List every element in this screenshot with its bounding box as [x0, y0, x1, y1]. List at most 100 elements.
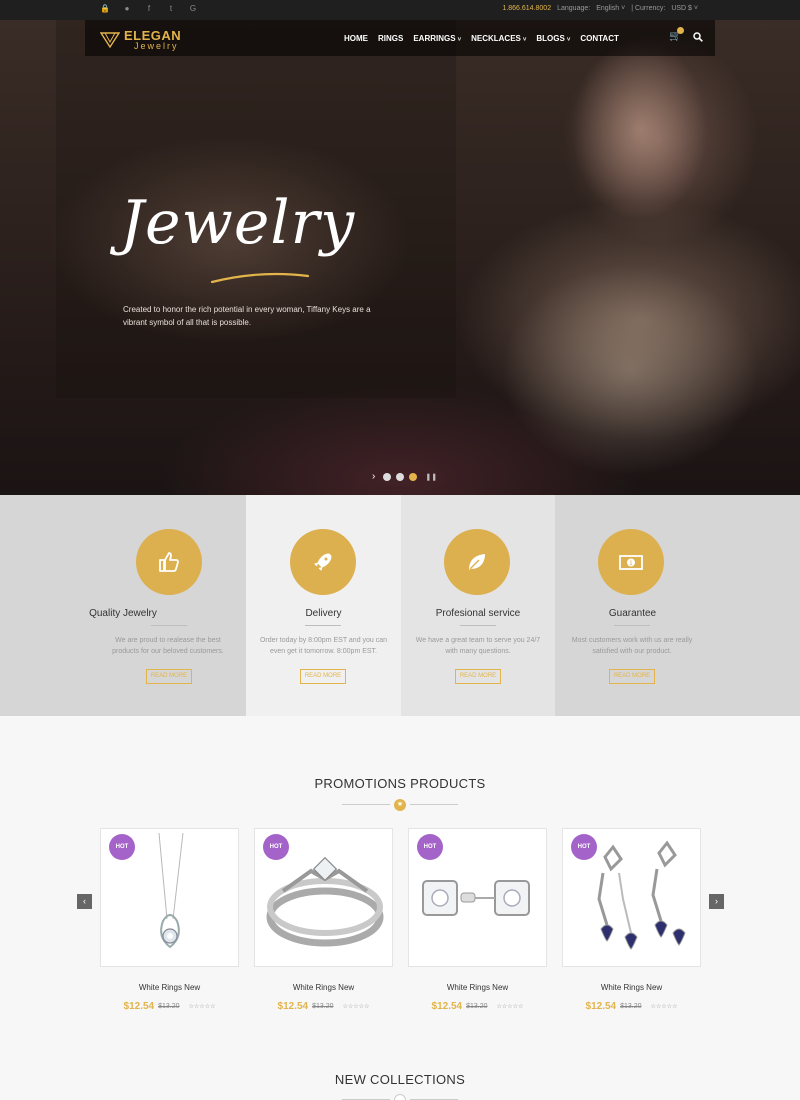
thumbs-up-icon [136, 529, 202, 595]
hot-badge: HOT [263, 834, 289, 860]
leaf-icon [444, 529, 510, 595]
product-card[interactable]: HOT White Rings New $12.54 $13.20 ☆☆☆☆☆ [408, 828, 547, 1012]
feature-delivery: Delivery Order today by 8:00pm EST and y… [246, 495, 401, 716]
search-icon[interactable] [693, 32, 703, 42]
product-name[interactable]: White Rings New [254, 983, 393, 992]
divider [305, 625, 341, 626]
carousel-prev-button[interactable]: ‹ [77, 894, 92, 909]
title-divider [342, 1094, 458, 1100]
hot-badge: HOT [109, 834, 135, 860]
product-name[interactable]: White Rings New [100, 983, 239, 992]
site-logo[interactable]: ELEGAN Jewelry [100, 29, 181, 51]
feature-title: Guarantee [608, 608, 657, 619]
user-icon[interactable]: ● [122, 4, 132, 14]
product-prices: $12.54 $13.20 ☆☆☆☆☆ [408, 1001, 547, 1012]
hero-model-image [470, 40, 800, 495]
language-select[interactable]: English ˅ [596, 5, 625, 12]
rating-stars: ☆☆☆☆☆ [188, 1004, 216, 1010]
social-links: 🔒 ● f t G [100, 4, 198, 14]
divider [151, 625, 187, 626]
product-price: $12.54 [585, 1001, 617, 1012]
hero-description: Created to honor the rich potential in e… [123, 305, 371, 327]
star-icon [394, 1094, 406, 1100]
header-icons: 🛒 [669, 27, 703, 43]
product-old-price: $13.20 [158, 1003, 180, 1010]
product-card[interactable]: HOT White Rings New $12.54 $13.20 ☆☆☆☆☆ [100, 828, 239, 1012]
rating-stars: ☆☆☆☆☆ [496, 1004, 524, 1010]
slider-dot-2[interactable] [396, 472, 405, 481]
main-nav: HOME RINGS EARRINGS ˅ NECKLACES ˅ BLOGS ˅ C… [344, 34, 619, 43]
currency-label: | Currency: [631, 5, 666, 12]
features-section: Quality Jewelry We are proud to realease… [0, 495, 800, 716]
product-image[interactable]: HOT [408, 828, 547, 967]
phone-number: 1.866.614.8002 [502, 5, 552, 12]
currency-select[interactable]: USD $ ˅ [671, 5, 698, 12]
nav-rings[interactable]: RINGS [378, 34, 403, 43]
nav-blogs[interactable]: BLOGS ˅ [536, 34, 570, 43]
twitter-icon[interactable]: t [166, 4, 176, 14]
feature-description: Order today by 8:00pm EST and you can eve… [259, 637, 388, 655]
nav-earrings[interactable]: EARRINGS ˅ [413, 34, 461, 43]
read-more-button[interactable]: READ MORE [300, 669, 346, 684]
feature-guarantee: 1 Guarantee Most customers work with us … [555, 495, 800, 716]
logo-icon [100, 32, 120, 49]
chevron-down-icon: ˅ [621, 5, 626, 12]
title-divider: ★ [342, 799, 458, 811]
read-more-button[interactable]: READ MORE [455, 669, 501, 684]
star-icon: ★ [394, 799, 406, 811]
feature-title: Delivery [305, 608, 342, 619]
language-label: Language: [557, 5, 591, 12]
feature-description: Most customers work with us are really sa… [571, 637, 693, 655]
money-icon: 1 [598, 529, 664, 595]
product-name[interactable]: White Rings New [562, 983, 701, 992]
carousel-next-button[interactable]: › [709, 894, 724, 909]
product-prices: $12.54 $13.20 ☆☆☆☆☆ [254, 1001, 393, 1012]
hero-slider: ELEGAN Jewelry HOME RINGS EARRINGS ˅ NECK… [0, 20, 800, 495]
product-name[interactable]: White Rings New [408, 983, 547, 992]
hot-badge: HOT [417, 834, 443, 860]
nav-contact[interactable]: CONTACT [580, 34, 619, 43]
rating-stars: ☆☆☆☆☆ [650, 1004, 678, 1010]
facebook-icon[interactable]: f [144, 4, 154, 14]
hero-title: Jewelry [120, 188, 356, 258]
divider [614, 625, 650, 626]
product-price: $12.54 [431, 1001, 463, 1012]
product-card[interactable]: HOT White Rings New $12.54 $13.20 ☆☆☆☆☆ [254, 828, 393, 1012]
slider-next-icon[interactable]: › [372, 471, 375, 482]
promotions-title: PROMOTIONS PRODUCTS [314, 776, 486, 791]
hero-title-underline [210, 272, 310, 284]
nav-necklaces[interactable]: NECKLACES ˅ [471, 34, 526, 43]
product-image[interactable]: HOT [100, 828, 239, 967]
read-more-button[interactable]: READ MORE [146, 669, 192, 684]
lock-icon[interactable]: 🔒 [100, 4, 110, 14]
chevron-down-icon: ˅ [566, 37, 571, 43]
chevron-down-icon: ˅ [522, 37, 527, 43]
logo-subtitle: Jewelry [134, 41, 179, 51]
product-prices: $12.54 $13.20 ☆☆☆☆☆ [562, 1001, 701, 1012]
product-old-price: $13.20 [466, 1003, 488, 1010]
divider [460, 625, 496, 626]
feature-description: We have a great team to serve you 24/7 wi… [415, 637, 541, 655]
product-image[interactable]: HOT [254, 828, 393, 967]
read-more-button[interactable]: READ MORE [609, 669, 655, 684]
cart-icon[interactable]: 🛒 [669, 27, 684, 43]
new-collections-title: NEW COLLECTIONS [334, 1072, 466, 1087]
chevron-down-icon: ˅ [457, 37, 462, 43]
product-price: $12.54 [277, 1001, 309, 1012]
nav-home[interactable]: HOME [344, 34, 368, 43]
google-icon[interactable]: G [188, 4, 198, 14]
slider-dot-1[interactable] [383, 472, 392, 481]
slider-dot-3[interactable] [409, 472, 418, 481]
top-bar: 🔒 ● f t G 1.866.614.8002 Language: Engli… [0, 0, 800, 20]
slider-pause-icon[interactable]: ❚❚ [425, 473, 437, 481]
cart-badge [677, 27, 684, 34]
product-price: $12.54 [123, 1001, 155, 1012]
product-old-price: $13.20 [312, 1003, 334, 1010]
top-bar-right: 1.866.614.8002 Language: English ˅ | Cur… [502, 5, 698, 12]
slider-controls: › ❚❚ [372, 471, 437, 482]
product-image[interactable]: HOT [562, 828, 701, 967]
product-card[interactable]: HOT White Rings New $12.54 $13.20 ☆☆☆☆☆ [562, 828, 701, 1012]
feature-service: Profesional service We have a great team… [401, 495, 555, 716]
chevron-down-icon: ˅ [693, 5, 698, 12]
product-old-price: $13.20 [620, 1003, 642, 1010]
